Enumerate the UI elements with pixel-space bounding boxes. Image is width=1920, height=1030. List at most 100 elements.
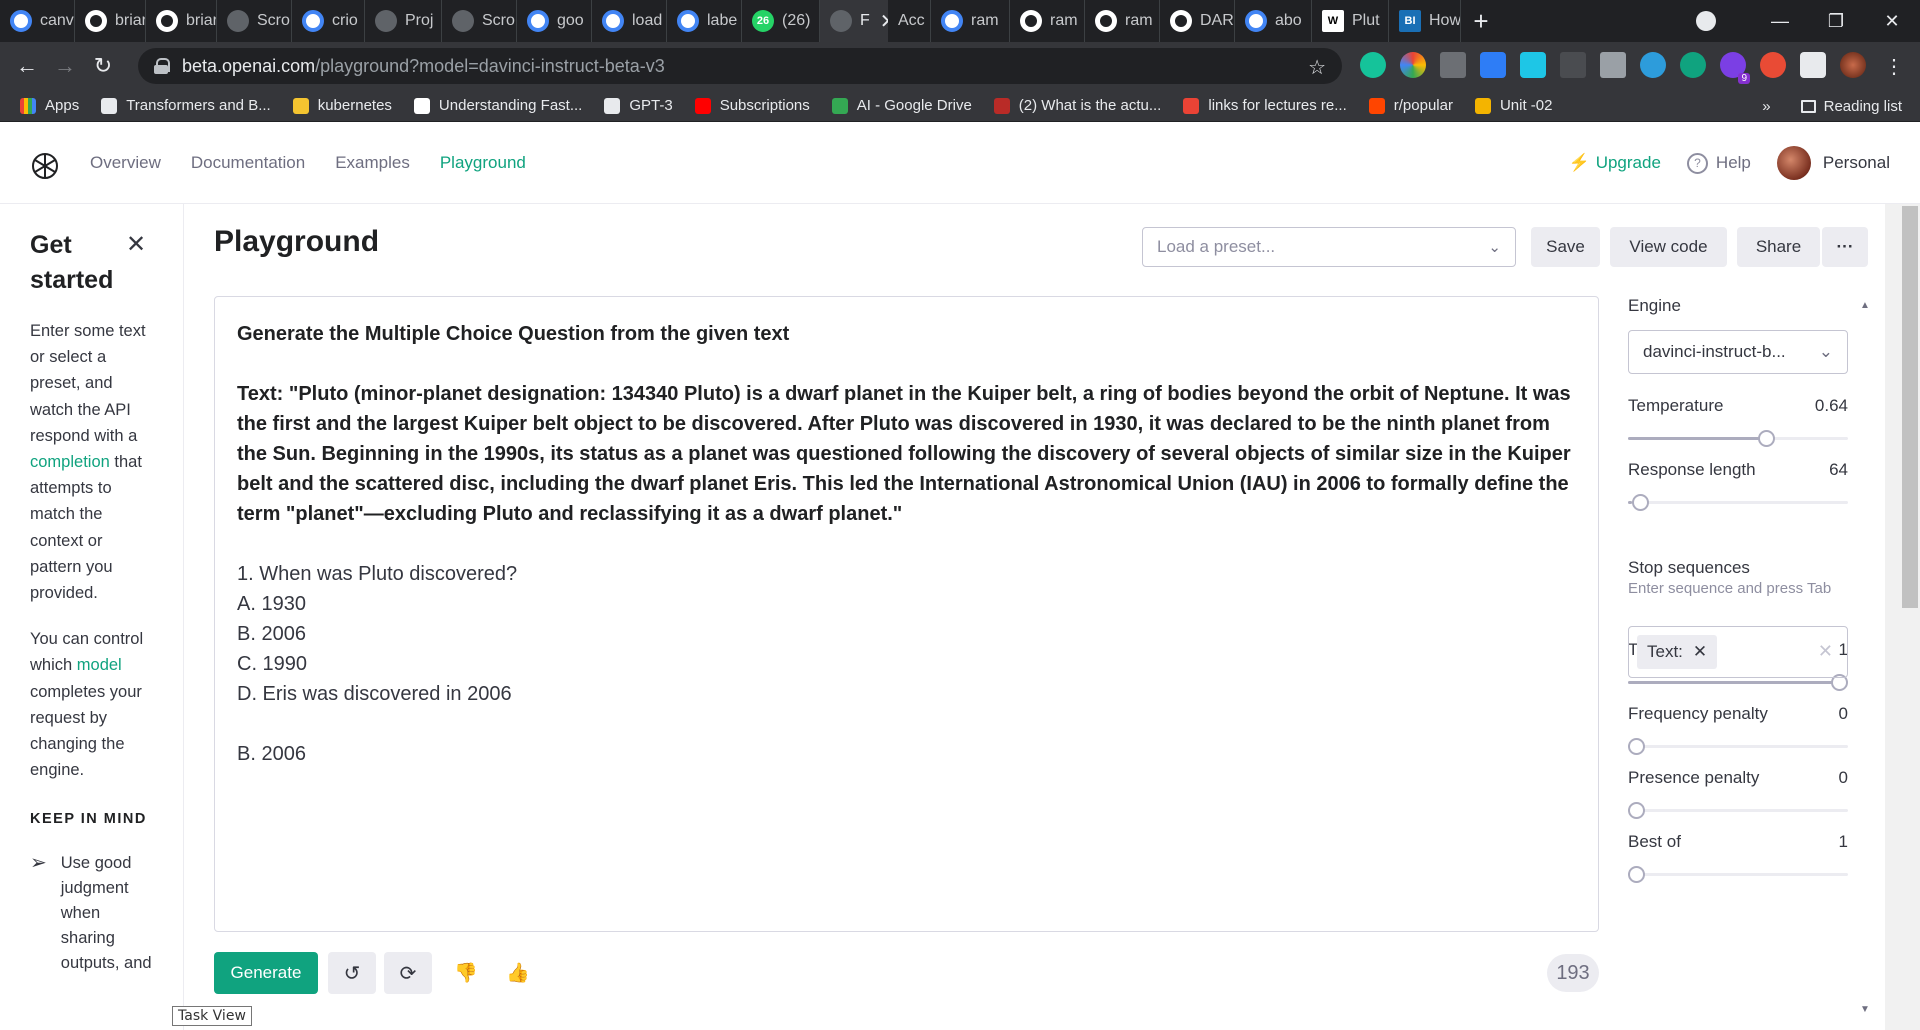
param-slider[interactable]	[1628, 494, 1848, 511]
scroll-up-arrow[interactable]: ▲	[1860, 300, 1870, 311]
bookmarks-more-button[interactable]: »	[1762, 98, 1770, 115]
help-link[interactable]: ? Help	[1686, 152, 1751, 174]
stop-sequence-chip[interactable]: Text: ✕	[1637, 635, 1718, 669]
upgrade-link[interactable]: ⚡ Upgrade	[1569, 153, 1661, 173]
browser-tab[interactable]: 26 (26)	[742, 0, 820, 42]
page-scrollbar[interactable]	[1885, 204, 1920, 1030]
bookmark-item[interactable]: (2) What is the actu...	[993, 97, 1161, 114]
browser-tab[interactable]: canv	[0, 0, 75, 42]
window-close-button[interactable]: ✕	[1864, 11, 1920, 32]
browser-tab[interactable]: BI How	[1389, 0, 1461, 42]
browser-tab[interactable]: Acc	[888, 0, 931, 42]
address-bar[interactable]: beta.openai.com/playground?model=davinci…	[138, 48, 1342, 84]
nav-documentation[interactable]: Documentation	[191, 153, 305, 173]
undo-icon[interactable]: ↺	[328, 952, 376, 994]
badge-extension-icon[interactable]: 9	[1720, 52, 1750, 84]
browser-tab[interactable]: abo	[1235, 0, 1312, 42]
browser-tab[interactable]: briar	[75, 0, 146, 42]
stamp-icon[interactable]	[1760, 52, 1786, 78]
prompt-editor[interactable]: Generate the Multiple Choice Question fr…	[214, 296, 1599, 932]
clear-icon[interactable]: ✕	[1818, 641, 1833, 662]
slider-thumb[interactable]	[1632, 494, 1650, 511]
browser-tab[interactable]: DAR	[1160, 0, 1235, 42]
browser-tab[interactable]: ram	[1085, 0, 1160, 42]
bookmark-item[interactable]: links for lectures re...	[1183, 97, 1347, 114]
browser-tab[interactable]: W Plut	[1312, 0, 1389, 42]
nav-overview[interactable]: Overview	[90, 153, 161, 173]
bookmark-item[interactable]: Unit -02	[1474, 97, 1552, 114]
forward-icon[interactable]: →	[46, 53, 84, 79]
regenerate-icon[interactable]: ⟳	[384, 952, 432, 994]
profile-avatar-icon[interactable]	[1840, 52, 1866, 78]
openai-logo-icon[interactable]	[30, 151, 60, 181]
generate-button[interactable]: Generate	[214, 952, 318, 994]
param-slider[interactable]	[1628, 866, 1848, 883]
browser-tab[interactable]: ram	[931, 0, 1010, 42]
slider-thumb[interactable]	[1628, 866, 1645, 883]
more-options-button[interactable]: ···	[1822, 227, 1868, 267]
thumbs-up-icon[interactable]: 👍	[498, 952, 538, 994]
browser-tab[interactable]: briar	[146, 0, 217, 42]
model-link[interactable]: model	[77, 656, 122, 674]
browser-tab[interactable]: goo	[517, 0, 592, 42]
browser-tab[interactable]: Scro	[217, 0, 292, 42]
gem-icon[interactable]	[1480, 52, 1506, 78]
url-text[interactable]: beta.openai.com/playground?model=davinci…	[182, 56, 665, 77]
preset-select[interactable]: Load a preset... ⌄	[1142, 227, 1516, 267]
share-button[interactable]: Share	[1737, 227, 1820, 267]
pen-icon[interactable]	[1520, 52, 1546, 78]
account-menu[interactable]: Personal	[1776, 146, 1890, 180]
chrome-menu-icon[interactable]: ⋮	[1884, 54, 1904, 79]
save-button[interactable]: Save	[1531, 227, 1600, 267]
param-slider[interactable]	[1628, 802, 1848, 819]
nav-examples[interactable]: Examples	[335, 153, 410, 173]
remove-chip-icon[interactable]: ✕	[1693, 642, 1707, 662]
bookmark-item[interactable]: Understanding Fast...	[413, 97, 582, 114]
grammarly-icon[interactable]	[1360, 52, 1386, 78]
nav-playground[interactable]: Playground	[440, 153, 526, 173]
slider-thumb[interactable]	[1628, 738, 1645, 755]
browser-tab[interactable]: ram	[1010, 0, 1085, 42]
reading-list-button[interactable]: Reading list	[1800, 98, 1902, 115]
view-code-button[interactable]: View code	[1610, 227, 1727, 267]
tab-icon[interactable]	[1560, 52, 1586, 78]
back-icon[interactable]: ←	[8, 53, 46, 79]
completion-link[interactable]: completion	[30, 453, 110, 471]
param-slider[interactable]	[1628, 738, 1848, 755]
stop-sequences-input[interactable]: Text: ✕ ✕	[1628, 626, 1848, 678]
minimize-button[interactable]: —	[1752, 11, 1808, 32]
bookmark-item[interactable]: Apps	[20, 97, 79, 114]
edge-icon[interactable]	[1640, 52, 1666, 78]
browser-tab[interactable]: F✕	[820, 0, 888, 42]
new-tab-button[interactable]: +	[1461, 0, 1501, 42]
close-tab-icon[interactable]: ✕	[880, 9, 888, 34]
tab-search-icon[interactable]	[1696, 11, 1716, 31]
reload-icon[interactable]: ↻	[84, 53, 122, 79]
slider-thumb[interactable]	[1757, 430, 1775, 447]
engine-select[interactable]: davinci-instruct-b... ⌄	[1628, 330, 1848, 374]
bookmark-item[interactable]: Transformers and B...	[101, 97, 271, 114]
color-picker-icon[interactable]	[1400, 52, 1426, 78]
browser-tab[interactable]: crio	[292, 0, 365, 42]
bookmark-item[interactable]: AI - Google Drive	[831, 97, 972, 114]
scrollbar-thumb[interactable]	[1902, 206, 1918, 608]
restore-button[interactable]: ❐	[1808, 11, 1864, 32]
browser-tab[interactable]: labe	[667, 0, 742, 42]
scroll-down-arrow[interactable]: ▼	[1860, 1004, 1870, 1015]
browser-tab[interactable]: Proj	[365, 0, 442, 42]
reader-icon[interactable]	[1600, 52, 1626, 78]
lock-icon[interactable]	[154, 58, 170, 74]
bookmark-item[interactable]: Subscriptions	[694, 97, 810, 114]
close-icon[interactable]: ✕	[126, 230, 146, 259]
bookmark-star-icon[interactable]: ☆	[1308, 55, 1326, 80]
browser-tab[interactable]: load	[592, 0, 667, 42]
bookmark-item[interactable]: GPT-3	[604, 97, 673, 114]
browser-tab[interactable]: Scro	[442, 0, 517, 42]
thumbs-down-icon[interactable]: 👎	[446, 952, 486, 994]
slider-thumb[interactable]	[1628, 802, 1645, 819]
param-slider[interactable]	[1628, 430, 1848, 447]
bookmark-item[interactable]: r/popular	[1368, 97, 1453, 114]
puzzle-extensions-icon[interactable]	[1800, 52, 1826, 78]
chatgpt-icon[interactable]	[1680, 52, 1706, 78]
bookmark-item[interactable]: kubernetes	[292, 97, 392, 114]
